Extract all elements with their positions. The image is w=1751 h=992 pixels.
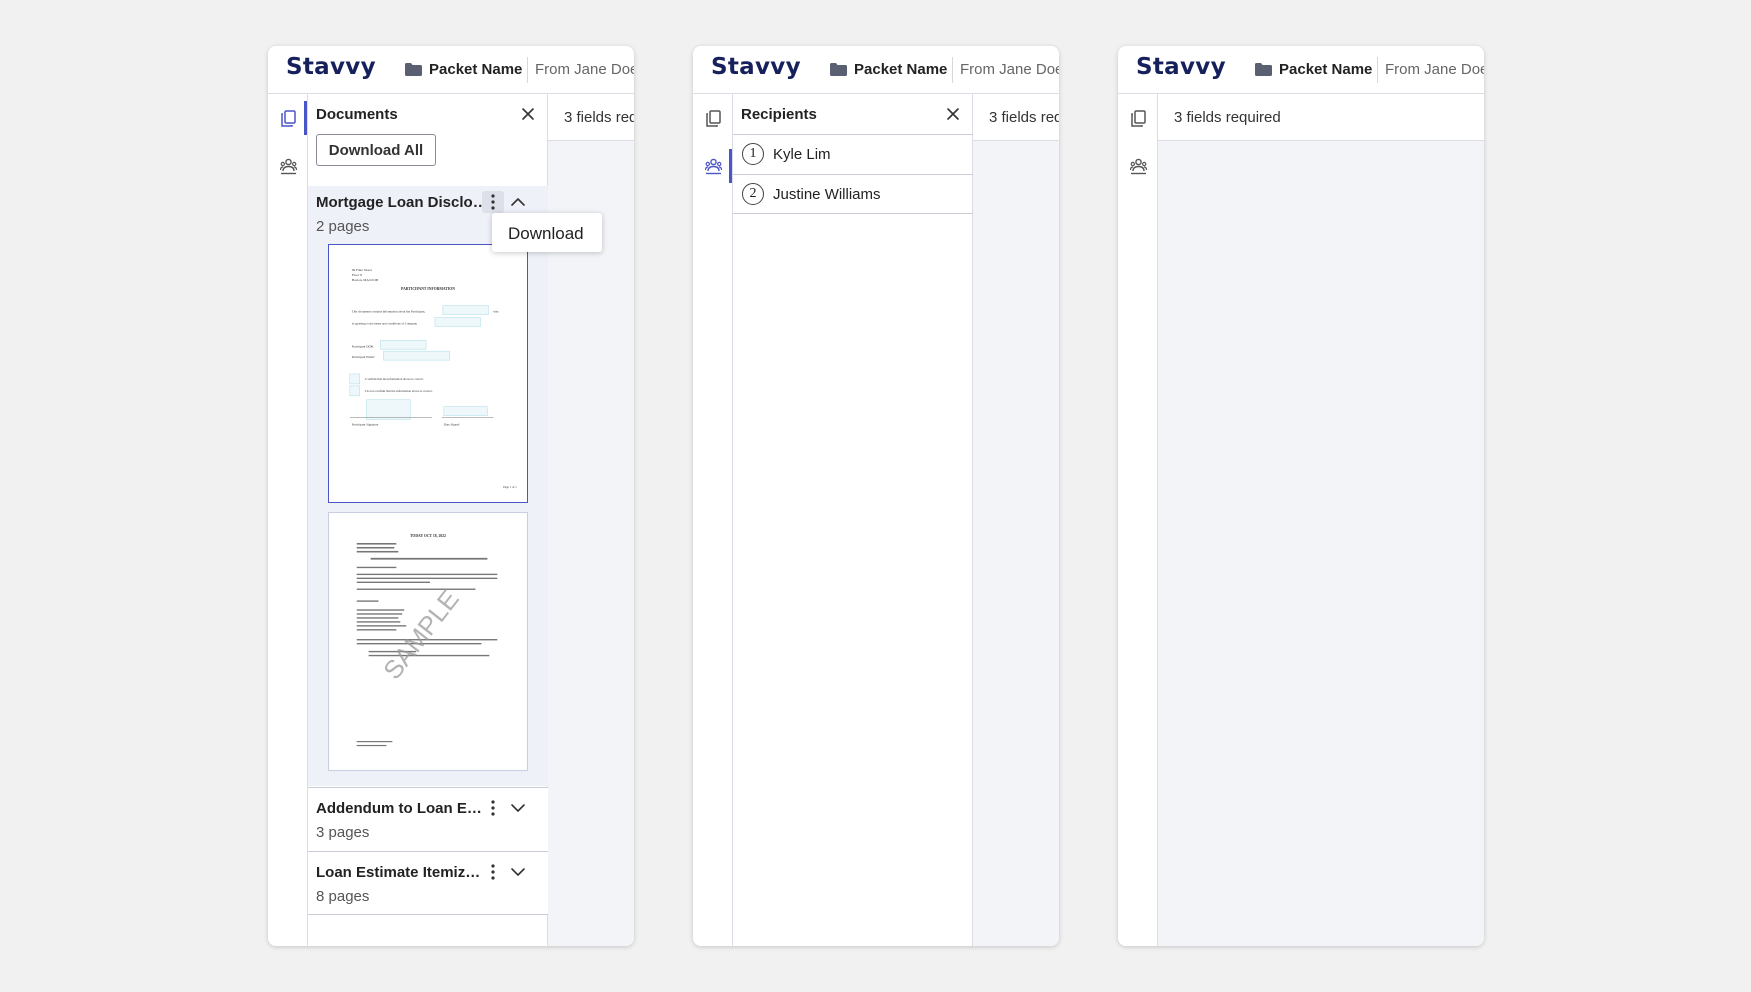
document-title[interactable]: Mortgage Loan Disclosur... [316, 194, 492, 211]
top-bar: Stavvy Packet Name From Jane Doe [693, 46, 1059, 94]
document-page-count: 3 pages [316, 824, 370, 841]
recipients-icon [280, 158, 297, 175]
chevron-up-icon[interactable] [509, 193, 527, 211]
divider [527, 57, 528, 83]
panel-header: Documents [308, 94, 547, 134]
documents-icon [1130, 110, 1147, 127]
thumb2-watermark: SAMPLE [379, 585, 465, 685]
thumb-footer: Page 1 of 1 [503, 485, 517, 489]
documents-tab[interactable] [1118, 98, 1158, 138]
sender-label: From Jane Doe [960, 61, 1059, 78]
recipients-tab[interactable] [1118, 146, 1158, 186]
document-title[interactable]: Loan Estimate Itemizatio... [316, 864, 488, 881]
recipient-name: Kyle Lim [773, 146, 831, 163]
divider [1377, 57, 1378, 83]
close-icon[interactable] [944, 105, 962, 123]
fields-required-text: 3 fields required [1174, 109, 1281, 126]
side-rail [693, 94, 733, 946]
document-menu-button[interactable] [482, 797, 504, 819]
thumb-address-2: Floor 8 [352, 273, 362, 277]
folder-icon [1255, 63, 1272, 76]
page-1-preview: 99 Fake Street Floor 8 Boston, MA 02108 … [349, 268, 517, 489]
folder-icon [405, 63, 422, 76]
thumb-line-6: I confirm that the information above is … [365, 377, 424, 381]
close-icon[interactable] [519, 105, 537, 123]
divider [952, 57, 953, 83]
recipients-tab[interactable] [268, 146, 308, 186]
documents-tab[interactable] [693, 98, 733, 138]
context-menu-download[interactable]: Download [492, 213, 602, 252]
fields-required-text: 3 fields req [989, 109, 1059, 126]
panel-header: Recipients [733, 94, 972, 134]
document-item[interactable]: Loan Estimate Itemizatio... 8 pages [308, 851, 548, 915]
packet-name: Packet Name [1279, 61, 1373, 78]
document-menu-button[interactable] [482, 861, 504, 883]
thumb-address-1: 99 Fake Street [352, 268, 372, 272]
recipients-tab[interactable] [693, 146, 733, 186]
recipients-icon [705, 158, 722, 175]
thumb-line-9: Date Signed [444, 422, 460, 426]
panel-title: Documents [316, 106, 398, 123]
sender-label: From Jane Doe [1385, 61, 1484, 78]
side-rail [1118, 94, 1158, 946]
thumb-line-5: Participant Email: [352, 355, 375, 359]
more-vertical-icon [490, 799, 496, 817]
document-item[interactable]: Addendum to Loan Estim... 3 pages [308, 787, 548, 851]
top-bar: Stavvy Packet Name From Jane Doe [268, 46, 634, 94]
recipient-order-badge: 1 [742, 143, 764, 165]
thumb2-heading: TODAY OCT 18, 2022 [410, 534, 446, 538]
documents-tab[interactable] [268, 98, 308, 138]
document-menu-button[interactable] [482, 191, 504, 213]
thumb-line-4: Participant DOB: [352, 344, 374, 348]
sender-label: From Jane Doe [535, 61, 634, 78]
recipient-order-badge: 2 [742, 183, 764, 205]
documents-icon [280, 110, 297, 127]
page-thumbnail-1[interactable]: 99 Fake Street Floor 8 Boston, MA 02108 … [328, 244, 528, 503]
documents-app-window: Stavvy Packet Name From Jane Doe Documen… [268, 46, 634, 946]
stavvy-logo: Stavvy [711, 54, 801, 80]
recipient-name: Justine Williams [773, 186, 881, 203]
document-title[interactable]: Addendum to Loan Estim... [316, 800, 488, 817]
thumb-line-8: Participant Signature [352, 422, 379, 426]
chevron-down-icon[interactable] [509, 863, 527, 881]
more-vertical-icon [490, 863, 496, 881]
recipient-row[interactable]: 1 Kyle Lim [733, 134, 973, 174]
download-all-button[interactable]: Download All [316, 134, 436, 166]
stavvy-logo: Stavvy [286, 54, 376, 80]
thumb-address-3: Boston, MA 02108 [352, 278, 379, 283]
thumb-heading: PARTICIPANT INFORMATION [401, 287, 455, 291]
top-bar: Stavvy Packet Name From Jane Doe [1118, 46, 1484, 94]
thumb-line-1: This document contains information about… [352, 310, 426, 315]
document-canvas: 3 fields req [973, 94, 1059, 946]
fields-status-bar: 3 fields req [548, 94, 634, 141]
packet-name: Packet Name [429, 61, 523, 78]
recipients-app-window: Stavvy Packet Name From Jane Doe Recipie… [693, 46, 1059, 946]
panel-title: Recipients [741, 106, 817, 123]
thumb-line-2: who [493, 310, 499, 314]
packet-name: Packet Name [854, 61, 948, 78]
folder-icon [830, 63, 847, 76]
document-page-count: 2 pages [316, 218, 370, 235]
document-item-expanded: Mortgage Loan Disclosur... 2 pages 99 Fa… [308, 186, 548, 786]
document-canvas: 3 fields required [1158, 94, 1484, 946]
page-thumbnail-2[interactable]: TODAY OCT 18, 2022 SAMPLE [328, 512, 528, 771]
fields-status-bar: 3 fields required [1158, 94, 1484, 141]
fields-required-text: 3 fields req [564, 109, 634, 126]
recipients-icon [1130, 158, 1147, 175]
thumb-line-3: is agreeing to the terms and conditions … [352, 321, 418, 325]
page-2-preview: TODAY OCT 18, 2022 SAMPLE [356, 534, 498, 747]
stavvy-logo: Stavvy [1136, 54, 1226, 80]
fields-status-bar: 3 fields req [973, 94, 1059, 141]
recipients-panel: Recipients 1 Kyle Lim 2 Justine Williams [733, 94, 973, 946]
thumb-line-7: I do not confirm that the information ab… [365, 389, 433, 393]
document-page-count: 8 pages [316, 888, 370, 905]
collapsed-app-window: Stavvy Packet Name From Jane Doe 3 field… [1118, 46, 1484, 946]
documents-icon [705, 110, 722, 127]
side-rail [268, 94, 308, 946]
more-vertical-icon [490, 193, 496, 211]
recipient-row[interactable]: 2 Justine Williams [733, 174, 973, 214]
chevron-down-icon[interactable] [509, 799, 527, 817]
